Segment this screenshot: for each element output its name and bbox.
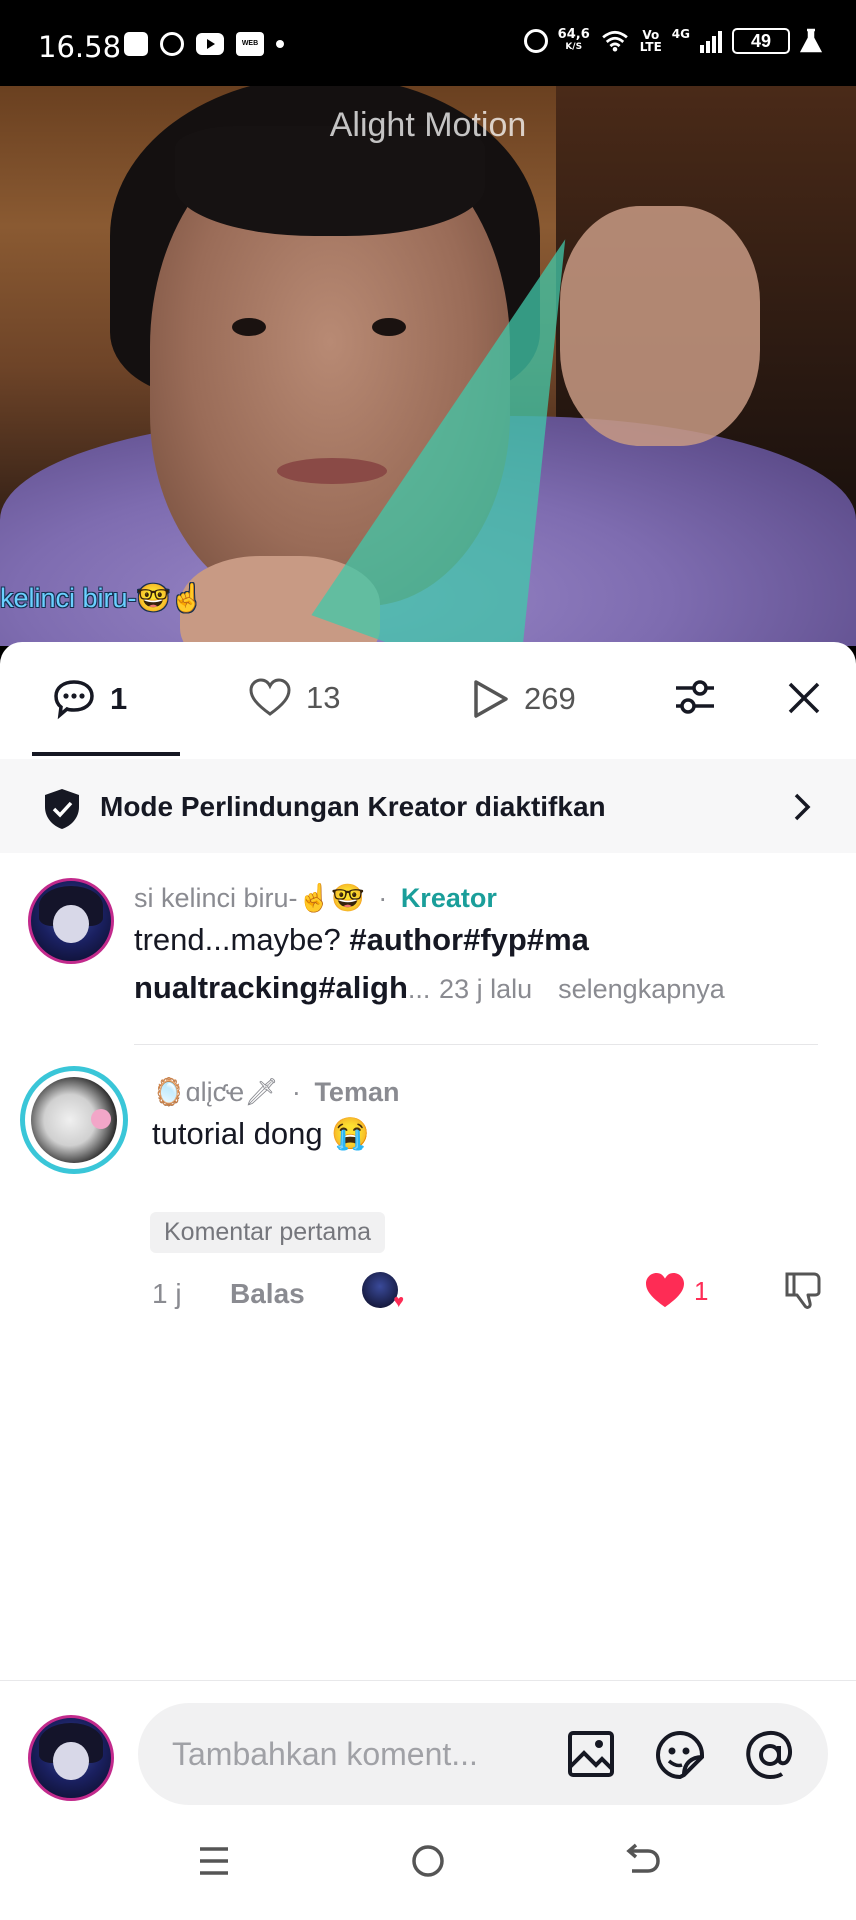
network-type: 4G bbox=[671, 27, 690, 41]
heart-filled-icon: ♥ bbox=[393, 1291, 404, 1311]
alarm-clock-icon bbox=[160, 32, 184, 56]
my-avatar[interactable] bbox=[28, 1715, 114, 1801]
comment-input-box[interactable] bbox=[138, 1703, 828, 1805]
comment-bubble-icon bbox=[54, 680, 94, 720]
video-left-eye bbox=[232, 318, 266, 336]
youtube-icon bbox=[196, 33, 224, 55]
stats-tabs: 1 13 269 bbox=[0, 642, 856, 757]
comment-composer bbox=[0, 1680, 856, 1805]
creator-avatar[interactable] bbox=[28, 878, 114, 964]
recent-apps-icon[interactable] bbox=[196, 1843, 232, 1879]
shield-check-icon bbox=[45, 789, 79, 829]
comment-header: 🪞ɑlįƈҽ🗡 · Teman bbox=[152, 1077, 400, 1107]
play-outline-icon bbox=[474, 680, 508, 718]
creator-comment-header: si kelinci biru-☝🤓 · Kreator bbox=[134, 883, 497, 913]
video-right-eye bbox=[372, 318, 406, 336]
status-bar: 16.58 WEB TOON 64,6 K/S Vo LTE 4G 49 bbox=[0, 0, 856, 86]
heart-outline-icon bbox=[249, 678, 291, 716]
creator-protection-banner[interactable]: Mode Perlindungan Kreator diaktifkan bbox=[0, 759, 856, 853]
alarm-icon bbox=[523, 29, 548, 53]
filter-sliders-icon[interactable] bbox=[672, 674, 718, 720]
image-icon[interactable] bbox=[566, 1729, 616, 1779]
see-more-link[interactable]: selengkapnya bbox=[558, 974, 725, 1004]
creator-liked-avatar: ♥ bbox=[362, 1272, 404, 1311]
friend-relation-label: Teman bbox=[314, 1077, 400, 1107]
tab-likes[interactable]: 13 bbox=[248, 678, 340, 718]
flask-icon bbox=[800, 28, 822, 53]
notification-icons: WEB TOON bbox=[124, 32, 284, 71]
reply-button[interactable]: Balas bbox=[230, 1278, 305, 1310]
webtoon-icon: WEB TOON bbox=[236, 32, 264, 71]
emoji-sticker-icon[interactable] bbox=[654, 1729, 706, 1781]
comment-item: 🪞ɑlįƈҽ🗡 · Teman tutorial dong 😭 Komentar… bbox=[0, 1066, 856, 1311]
video-watermark: Alight Motion bbox=[329, 106, 527, 144]
comment-username[interactable]: 🪞ɑlįƈҽ🗡 bbox=[152, 1077, 278, 1107]
comment-text: tutorial dong 😭 bbox=[152, 1116, 370, 1151]
tab-comments[interactable]: 1 bbox=[52, 678, 127, 720]
hashtag-link[interactable]: #author#fyp#ma bbox=[349, 922, 588, 957]
protection-banner-text: Mode Perlindungan Kreator diaktifkan bbox=[100, 791, 606, 822]
android-nav-bar bbox=[0, 1805, 856, 1920]
comment-time: 1 j bbox=[152, 1278, 182, 1309]
close-icon[interactable] bbox=[784, 678, 824, 718]
back-icon[interactable] bbox=[624, 1843, 662, 1879]
wifi-icon bbox=[601, 30, 628, 52]
comment-count: 1 bbox=[110, 681, 128, 716]
dislike-icon[interactable] bbox=[782, 1270, 824, 1312]
video-caption-text: kelinci biru-🤓☝ bbox=[0, 583, 204, 613]
active-tab-indicator bbox=[32, 752, 180, 756]
comment-item-creator: si kelinci biru-☝🤓 · Kreator trend...may… bbox=[0, 878, 856, 1038]
hashtag-link[interactable]: nualtracking#aligh bbox=[134, 970, 408, 1005]
video-player[interactable]: Alight Motion kelinci biru-🤓☝ bbox=[0, 86, 856, 646]
tab-views[interactable]: 269 bbox=[470, 678, 576, 720]
comment-divider bbox=[134, 1044, 818, 1045]
creator-username[interactable]: si kelinci biru-☝🤓 bbox=[134, 883, 365, 913]
creator-role-label: Kreator bbox=[400, 883, 497, 913]
more-notifications-dot-icon bbox=[276, 40, 284, 48]
creator-comment-time: 23 j lalu bbox=[439, 974, 533, 1004]
volte-indicator: Vo LTE bbox=[639, 28, 662, 54]
heart-filled-icon bbox=[646, 1272, 684, 1308]
friend-avatar[interactable] bbox=[20, 1066, 128, 1174]
status-time: 16.58 bbox=[38, 30, 122, 64]
like-count: 13 bbox=[306, 680, 341, 715]
comment-like-count: 1 bbox=[694, 1275, 709, 1306]
creator-comment-text: trend...maybe? #author#fyp#ma nualtracki… bbox=[134, 922, 725, 1005]
comment-like-button[interactable]: 1 bbox=[644, 1272, 708, 1310]
first-comment-badge: Komentar pertama bbox=[150, 1212, 386, 1253]
view-count: 269 bbox=[524, 681, 576, 716]
battery-level: 49 bbox=[732, 28, 790, 54]
signal-icon bbox=[700, 29, 722, 53]
home-icon[interactable] bbox=[410, 1843, 446, 1879]
app-notification-icon bbox=[124, 32, 148, 56]
chevron-right-icon bbox=[794, 793, 811, 821]
comment-input[interactable] bbox=[172, 1729, 562, 1779]
mention-at-icon[interactable] bbox=[744, 1729, 796, 1781]
network-speed: 64,6 K/S bbox=[557, 27, 590, 52]
system-icons: 64,6 K/S Vo LTE 4G 49 bbox=[523, 27, 822, 54]
